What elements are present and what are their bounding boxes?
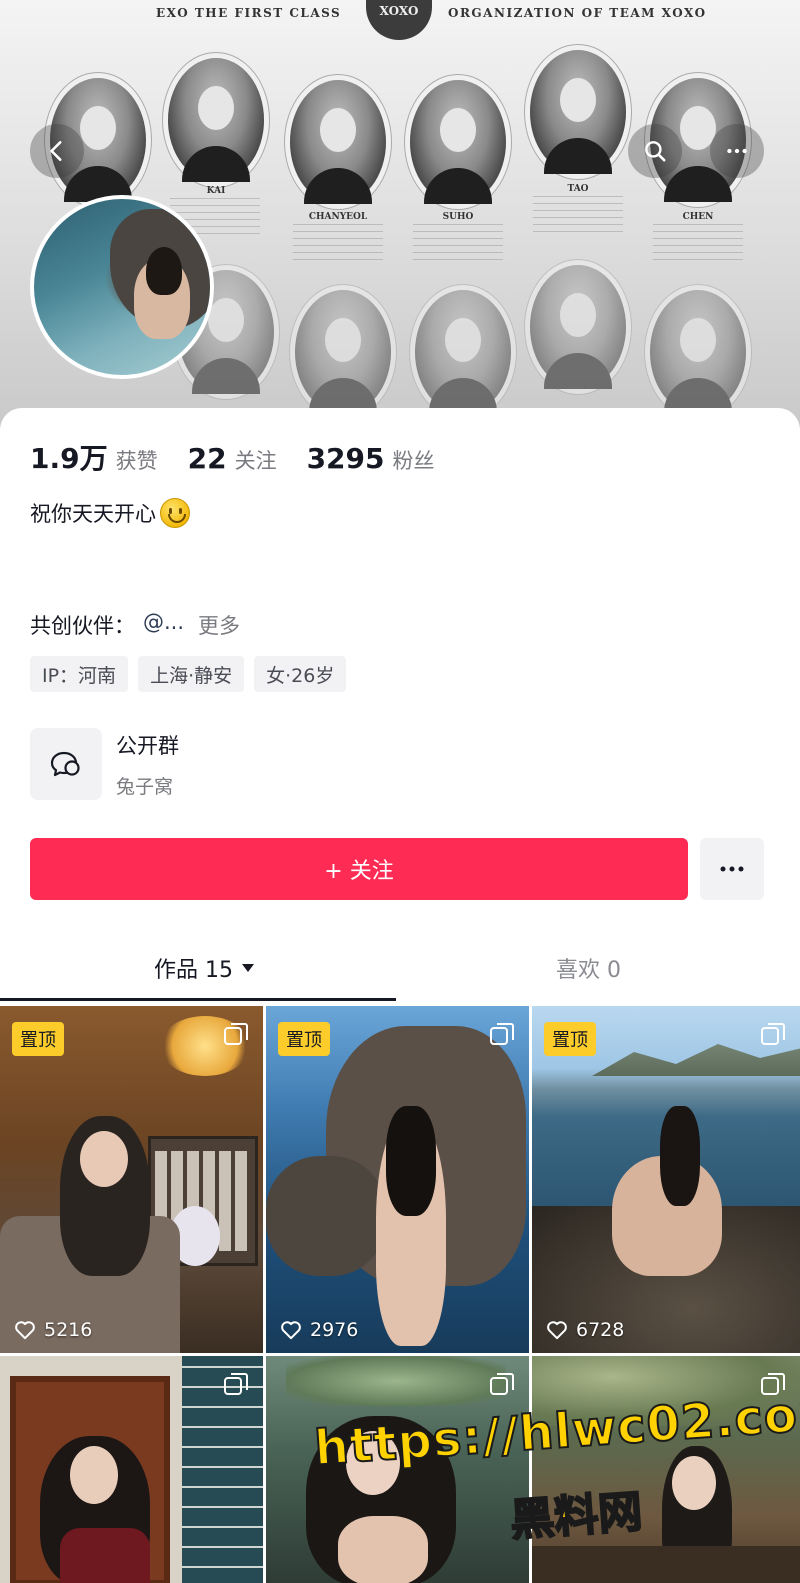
heart-icon [547,1321,567,1340]
portrait [295,290,391,414]
like-count: 6728 [546,1319,624,1341]
member-info [533,196,623,238]
member-info [293,224,383,266]
tab-likes-label: 喜欢 0 [556,958,621,983]
member-name: KAI [206,186,226,196]
search-icon [645,141,666,162]
member-name: CHEN [682,212,714,222]
multi-image-icon [761,1023,785,1045]
partner-label: 共创伙伴： [30,614,135,638]
crest-logo: XOXO [366,0,432,40]
co-creator-row: 共创伙伴： @... 更多 [30,610,240,640]
multi-image-icon [490,1373,514,1395]
stat-number: 22 [187,442,227,475]
bio-text: 祝你天天开心 [30,502,156,526]
search-button[interactable] [628,124,682,178]
multi-image-icon [224,1373,248,1395]
active-tab-indicator [0,998,396,1001]
heart-icon [281,1321,301,1340]
banner-right-text: ORGANIZATION OF TEAM XOXO [448,6,707,20]
avatar[interactable] [30,195,214,379]
like-count: 5216 [14,1319,92,1341]
portrait [415,290,511,414]
like-count-text: 5216 [44,1319,93,1341]
pinned-badge: 置顶 [544,1022,596,1056]
video-thumbnail[interactable]: 置顶 6728 [532,1006,800,1353]
stat-followers[interactable]: 3295 粉丝 [307,442,435,475]
tab-works[interactable]: 作品 15 [154,952,255,984]
profile-stats: 1.9万 获赞 22 关注 3295 粉丝 [30,437,465,477]
stat-label: 关注 [234,449,277,473]
back-button[interactable] [30,124,84,178]
follow-button[interactable]: + 关注 [30,838,688,900]
member-name: TAO [567,184,589,194]
member-name: SUHO [442,212,474,222]
multi-image-icon [490,1023,514,1045]
stat-number: 1.9万 [30,442,108,475]
profile-more-button[interactable] [700,838,764,900]
heart-icon [15,1321,35,1340]
portrait [530,265,626,389]
like-count-text: 6728 [576,1319,625,1341]
portrait [650,290,746,414]
video-thumbnail[interactable] [0,1356,263,1583]
portrait [290,80,386,204]
public-group-entry[interactable]: 公开群 兔子窝 [30,728,179,800]
member-name: CHANYEOL [308,212,368,222]
pinned-badge: 置顶 [278,1022,330,1056]
banner-left-text: EXO THE FIRST CLASS [156,6,342,20]
back-icon [50,141,62,161]
member-info [413,224,503,266]
portrait [410,80,506,204]
more-icon [727,148,747,154]
tag-location: 上海·静安 [138,656,245,692]
multi-image-icon [224,1023,248,1045]
tag-ip: IP：河南 [30,656,129,692]
group-title: 公开群 [116,733,179,758]
video-thumbnail[interactable]: 置顶 2976 [266,1006,529,1353]
stat-following[interactable]: 22 关注 [188,442,277,475]
portrait [530,50,626,174]
more-options-button[interactable] [710,124,764,178]
stat-likes[interactable]: 1.9万 获赞 [30,437,158,477]
like-count: 2976 [280,1319,358,1341]
stat-number: 3295 [306,442,385,475]
profile-tags: IP：河南 上海·静安 女·26岁 [30,656,347,692]
stat-label: 获赞 [115,449,158,473]
watermark-site: 黑料网 [508,1485,645,1547]
portrait [168,58,264,182]
chat-group-icon [30,728,102,800]
content-tabs: 作品 15 喜欢 0 [0,940,800,1002]
profile-bio: 祝你天天开心 [30,498,190,528]
like-count-text: 2976 [310,1319,359,1341]
video-thumbnail[interactable]: 置顶 5216 [0,1006,263,1353]
member-info [653,224,743,266]
more-icon [720,866,744,872]
video-grid: 置顶 5216 置顶 2976 置顶 6728 [0,1006,800,1583]
partner-handle[interactable]: @... [143,610,184,640]
partner-more-link[interactable]: 更多 [198,610,240,640]
tag-gender-age: 女·26岁 [254,656,347,692]
stat-label: 粉丝 [392,449,435,473]
tab-likes[interactable]: 喜欢 0 [556,952,621,984]
pinned-badge: 置顶 [12,1022,64,1056]
tab-works-label: 作品 15 [154,958,233,983]
group-subtitle: 兔子窝 [116,775,174,798]
smile-emoji-icon [160,498,190,528]
caret-down-icon [242,964,254,972]
